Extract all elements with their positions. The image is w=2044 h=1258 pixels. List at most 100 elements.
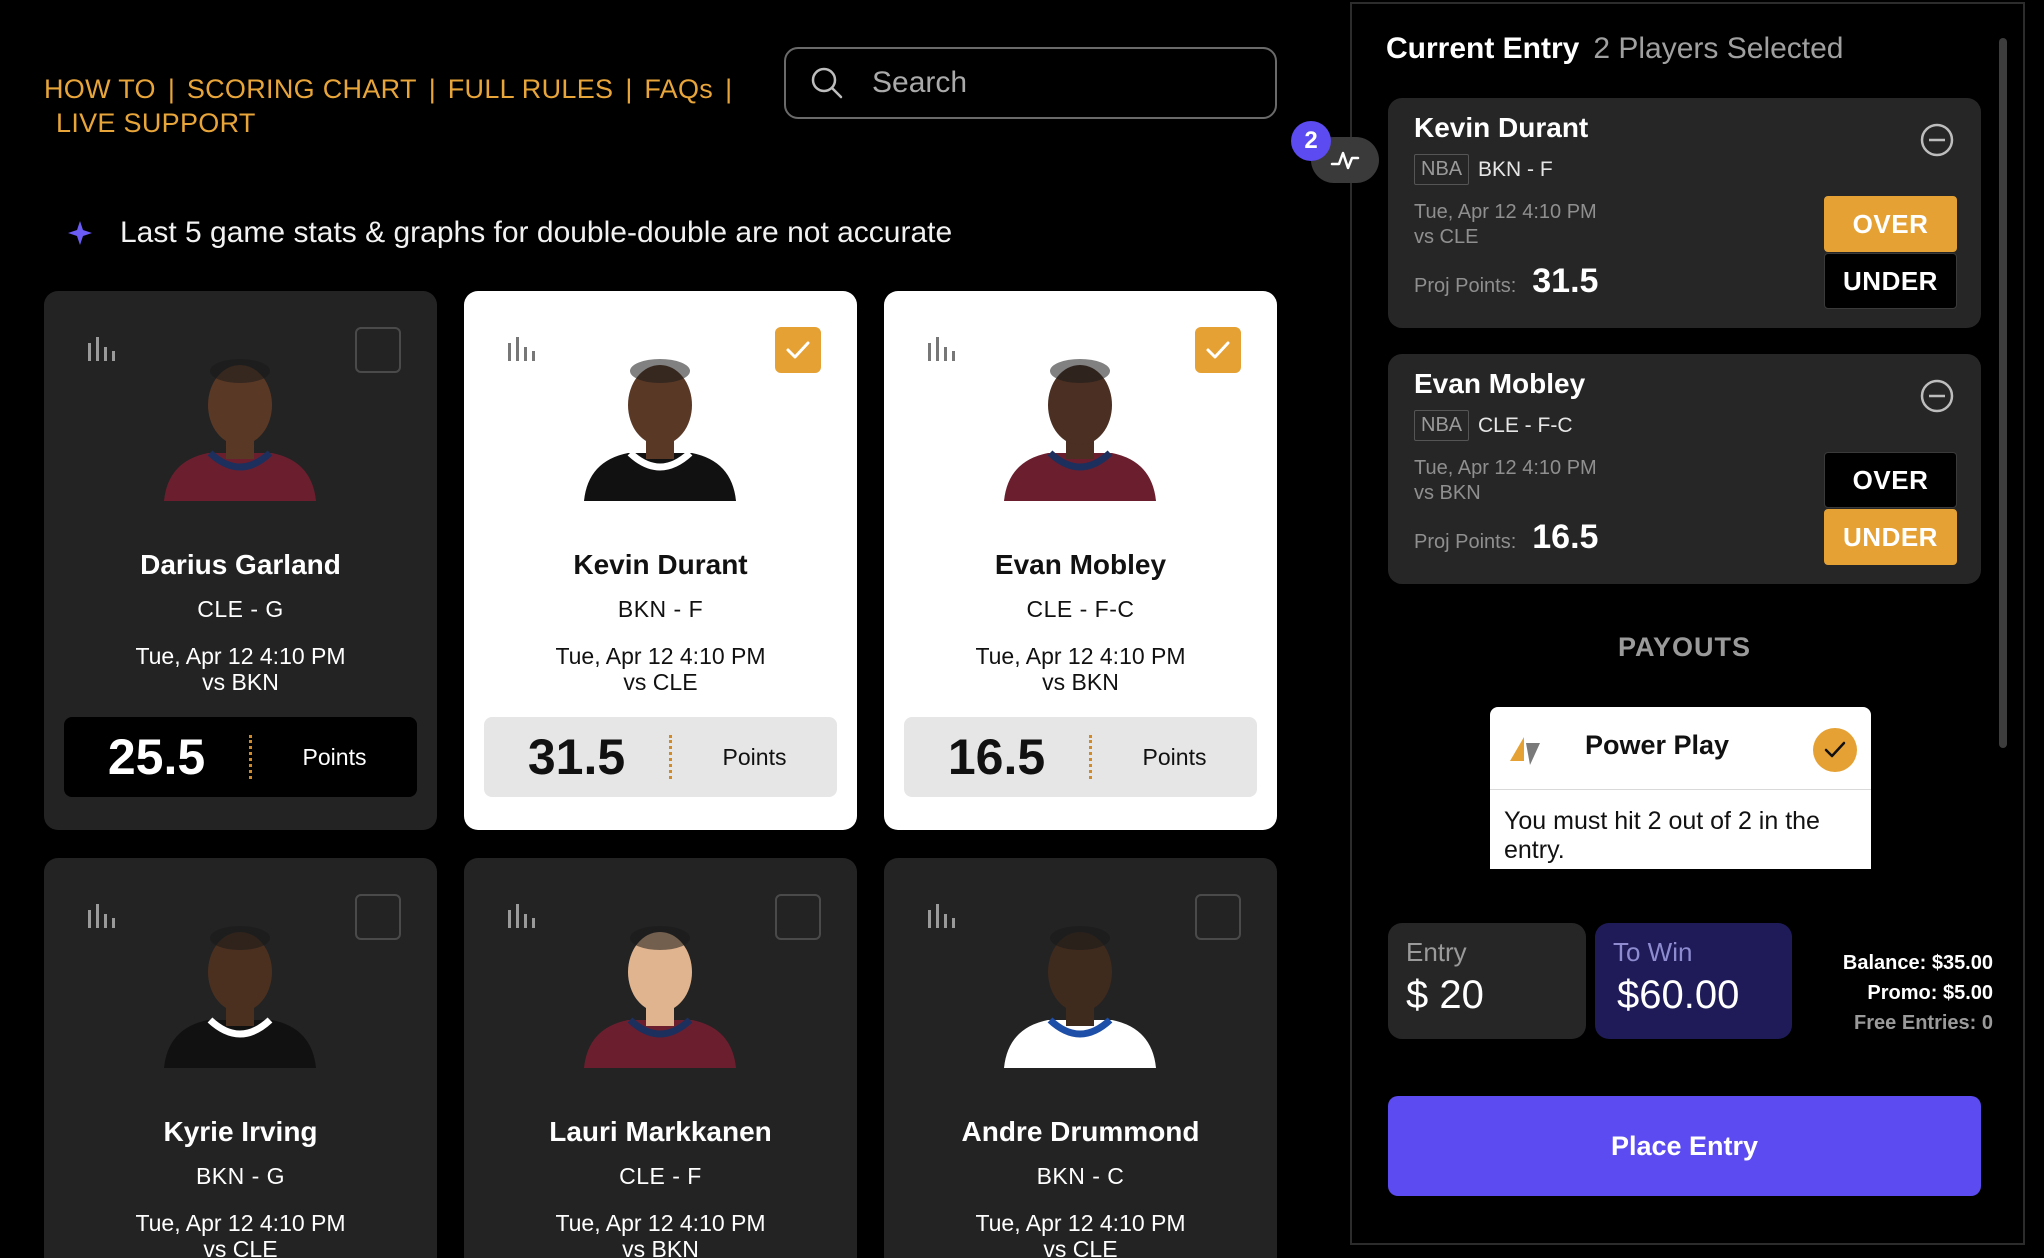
player-name: Kevin Durant	[573, 549, 748, 580]
player-card[interactable]: Kyrie Irving BKN - G Tue, Apr 12 4:10 PM…	[44, 858, 437, 1258]
nav-link-live-support[interactable]: LIVE SUPPORT	[56, 106, 256, 140]
line-value: 25.5	[107, 729, 206, 785]
stats-icon[interactable]	[86, 335, 120, 363]
nav-row-secondary: LIVE SUPPORT	[44, 106, 684, 140]
check-icon	[1206, 341, 1230, 359]
proj-value: 16.5	[1532, 518, 1599, 556]
over-button[interactable]: OVER	[1824, 452, 1957, 508]
pick-game-info: Tue, Apr 12 4:10 PM vs CLE	[1414, 200, 1597, 250]
select-player-checkbox[interactable]	[355, 894, 401, 940]
nav-link-how-to[interactable]: HOW TO	[44, 72, 156, 106]
player-name: Andre Drummond	[961, 1116, 1200, 1147]
line-stat-type: Points	[302, 743, 367, 770]
entry-panel: Current Entry 2 Players Selected Kevin D…	[1350, 2, 2025, 1245]
payouts-heading: PAYOUTS	[1617, 632, 1752, 662]
projection-line[interactable]: 31.5 Points	[484, 717, 837, 797]
pick-opponent: vs CLE	[1414, 226, 1479, 248]
player-team-position: CLE - G	[197, 596, 284, 622]
player-card[interactable]: Evan Mobley CLE - F-C Tue, Apr 12 4:10 P…	[884, 291, 1277, 830]
pick-player-name: Kevin Durant	[1414, 112, 1589, 143]
player-card[interactable]: Kevin Durant BKN - F Tue, Apr 12 4:10 PM…	[464, 291, 857, 830]
player-game-info: Tue, Apr 12 4:10 PM vs BKN	[884, 643, 1277, 695]
top-nav: HOW TO | SCORING CHART | FULL RULES | FA…	[44, 72, 732, 140]
proj-label: Proj Points:	[1414, 275, 1517, 297]
stats-icon[interactable]	[926, 335, 960, 363]
player-game-info: Tue, Apr 12 4:10 PM vs BKN	[464, 1210, 857, 1258]
game-time: Tue, Apr 12 4:10 PM	[555, 643, 766, 669]
to-win-label: To Win	[1613, 937, 1693, 967]
pick-team-position: BKN - F	[1478, 158, 1553, 181]
game-time: Tue, Apr 12 4:10 PM	[135, 643, 346, 669]
select-player-checkbox[interactable]	[1195, 894, 1241, 940]
league-tag: NBA	[1414, 154, 1470, 185]
nav-link-full-rules[interactable]: FULL RULES	[448, 72, 614, 106]
select-player-checkbox[interactable]	[775, 327, 821, 373]
under-button[interactable]: UNDER	[1824, 253, 1957, 309]
search-icon	[811, 67, 843, 99]
nav-separator: |	[167, 74, 175, 104]
stats-icon[interactable]	[506, 335, 540, 363]
entry-amount-field[interactable]: Entry $ 20	[1388, 923, 1586, 1039]
selection-count-badge: 2	[1291, 121, 1331, 161]
pick-game-info: Tue, Apr 12 4:10 PM vs BKN	[1414, 456, 1597, 506]
balance-text: Balance: $35.00	[1842, 952, 1993, 974]
opponent: vs BKN	[1042, 669, 1119, 695]
search-input[interactable]	[872, 66, 1252, 100]
promo-text: Promo: $5.00	[1867, 982, 1993, 1004]
player-card[interactable]: Darius Garland CLE - G Tue, Apr 12 4:10 …	[44, 291, 437, 830]
check-icon	[1824, 741, 1846, 758]
nav-separator: |	[625, 74, 633, 104]
game-time: Tue, Apr 12 4:10 PM	[555, 1210, 766, 1236]
proj-value: 31.5	[1532, 262, 1599, 300]
player-team-position: BKN - G	[195, 1163, 286, 1189]
stats-icon[interactable]	[506, 902, 540, 930]
search-bar[interactable]	[784, 47, 1277, 119]
player-team-position: CLE - F-C	[1026, 596, 1135, 622]
nav-link-scoring-chart[interactable]: SCORING CHART	[187, 72, 417, 106]
player-game-info: Tue, Apr 12 4:10 PM vs CLE	[884, 1210, 1277, 1258]
opponent: vs BKN	[202, 669, 279, 695]
panel-scrollbar[interactable]	[1999, 38, 2007, 748]
remove-circle-icon[interactable]	[1919, 122, 1955, 158]
pick-player-name: Evan Mobley	[1414, 368, 1586, 399]
projection-line[interactable]: 25.5 Points	[64, 717, 417, 797]
line-stat-type: Points	[1142, 743, 1207, 770]
select-player-checkbox[interactable]	[1195, 327, 1241, 373]
pick-team-position: CLE - F-C	[1478, 414, 1573, 437]
player-game-info: Tue, Apr 12 4:10 PM vs BKN	[44, 643, 437, 695]
nav-separator: |	[428, 74, 436, 104]
over-button[interactable]: OVER	[1824, 196, 1957, 252]
check-icon	[786, 341, 810, 359]
pick-game-time: Tue, Apr 12 4:10 PM	[1414, 457, 1597, 479]
notice-text: Last 5 game stats & graphs for double-do…	[120, 216, 953, 249]
player-headshot	[1004, 926, 1156, 1068]
player-game-info: Tue, Apr 12 4:10 PM vs CLE	[464, 643, 857, 695]
projection-line[interactable]: 16.5 Points	[904, 717, 1257, 797]
select-player-checkbox[interactable]	[775, 894, 821, 940]
power-play-description: You must hit 2 out of 2 in the entry.	[1504, 807, 1820, 864]
nav-link-faqs[interactable]: FAQs	[644, 72, 713, 106]
nav-separator: |	[725, 74, 733, 104]
pick-opponent: vs BKN	[1414, 482, 1481, 504]
opponent: vs BKN	[622, 1236, 699, 1258]
league-tag: NBA	[1414, 410, 1470, 441]
select-player-checkbox[interactable]	[355, 327, 401, 373]
opponent: vs CLE	[623, 669, 698, 695]
power-play-selected-check	[1813, 728, 1857, 772]
activity-icon	[1330, 151, 1360, 170]
proj-label: Proj Points:	[1414, 531, 1517, 553]
under-button[interactable]: UNDER	[1824, 509, 1957, 565]
player-headshot	[1004, 359, 1156, 501]
player-card[interactable]: Andre Drummond BKN - C Tue, Apr 12 4:10 …	[884, 858, 1277, 1258]
player-team-position: BKN - C	[1036, 1163, 1125, 1189]
player-card[interactable]: Lauri Markkanen CLE - F Tue, Apr 12 4:10…	[464, 858, 857, 1258]
power-play-option[interactable]: Power Play You must hit 2 out of 2 in th…	[1490, 707, 1871, 869]
line-value: 16.5	[947, 729, 1046, 785]
remove-circle-icon[interactable]	[1919, 378, 1955, 414]
stats-icon[interactable]	[926, 902, 960, 930]
place-entry-button[interactable]: Place Entry	[1388, 1096, 1981, 1196]
power-play-divider	[1490, 789, 1871, 790]
entry-amount-label: Entry	[1406, 937, 1467, 967]
stats-icon[interactable]	[86, 902, 120, 930]
player-name: Kyrie Irving	[163, 1116, 318, 1147]
